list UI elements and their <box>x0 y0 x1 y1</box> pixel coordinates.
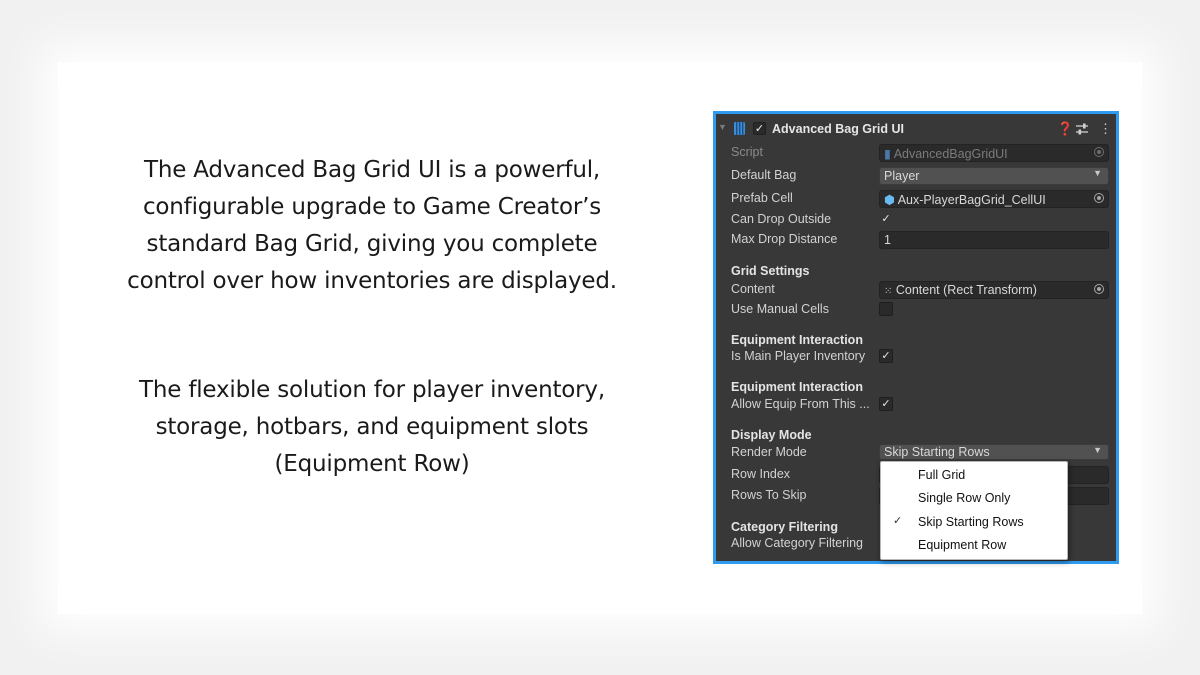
allow-equip-row: Allow Equip From This ... ✓ <box>716 396 1116 414</box>
allow-equip-checkbox[interactable]: ✓ <box>879 397 893 411</box>
can-drop-outside-row: Can Drop Outside ✓ <box>716 211 1116 229</box>
object-picker-icon[interactable] <box>1094 193 1104 203</box>
equipment-interaction-header-2: Equipment Interaction <box>731 380 863 394</box>
solution-line-1: The flexible solution for player invento… <box>139 377 605 403</box>
is-main-player-inventory-row: Is Main Player Inventory ✓ <box>716 348 1116 366</box>
component-enabled-checkbox[interactable]: ✓ <box>753 122 766 135</box>
content-label: Content <box>731 282 775 296</box>
object-picker-icon[interactable] <box>1094 284 1104 294</box>
prefab-cell-label: Prefab Cell <box>731 191 793 205</box>
default-bag-label: Default Bag <box>731 168 797 182</box>
component-title: Advanced Bag Grid UI <box>772 122 904 136</box>
chevron-down-icon: ▼ <box>1093 445 1102 455</box>
use-manual-cells-row: Use Manual Cells <box>716 301 1116 319</box>
solution-line-2: storage, hotbars, and equipment slots <box>155 414 589 440</box>
use-manual-cells-checkbox[interactable] <box>879 302 893 316</box>
foldout-arrow-icon[interactable]: ▼ <box>718 122 727 132</box>
default-bag-row: Default Bag Player ▼ <box>716 167 1116 185</box>
script-label: Script <box>731 145 763 159</box>
intro-paragraph: The Advanced Bag Grid UI is a powerful, … <box>112 152 632 300</box>
intro-line-1: The Advanced Bag Grid UI is a powerful, <box>143 157 601 183</box>
intro-line-3: standard Bag Grid, giving you complete <box>146 231 598 257</box>
popup-option-label: Equipment Row <box>918 538 1007 552</box>
render-mode-popup: Full Grid Single Row Only ✓ Skip Startin… <box>880 461 1068 560</box>
render-mode-row: Render Mode Skip Starting Rows ▼ <box>716 444 1116 462</box>
max-drop-distance-row: Max Drop Distance 1 <box>716 231 1116 249</box>
solution-line-3: (Equipment Row) <box>274 451 470 477</box>
row-index-label: Row Index <box>731 467 791 481</box>
popup-option-label: Full Grid <box>918 468 966 482</box>
can-drop-outside-checkbox[interactable]: ✓ <box>879 212 893 226</box>
intro-line-4: control over how inventories are display… <box>127 268 617 294</box>
display-mode-header: Display Mode <box>731 428 812 442</box>
script-icon <box>734 122 745 135</box>
script-field: ▮ AdvancedBagGridUI <box>879 144 1109 162</box>
render-mode-label: Render Mode <box>731 445 807 459</box>
render-mode-dropdown[interactable]: Skip Starting Rows ▼ <box>879 444 1109 460</box>
render-mode-value: Skip Starting Rows <box>884 445 990 459</box>
intro-line-2: configurable upgrade to Game Creator’s <box>142 194 602 220</box>
max-drop-distance-label: Max Drop Distance <box>731 232 838 246</box>
prefab-cell-row: Prefab Cell ⬢ Aux-PlayerBagGrid_CellUI <box>716 190 1116 208</box>
chevron-down-icon: ▼ <box>1093 168 1102 178</box>
popup-option-label: Single Row Only <box>918 491 1011 505</box>
content-row: Content ⁙ Content (Rect Transform) <box>716 281 1116 299</box>
popup-option-skip-starting-rows[interactable]: ✓ Skip Starting Rows <box>881 511 1067 533</box>
script-row: Script ▮ AdvancedBagGridUI <box>716 144 1116 162</box>
script-field-value: AdvancedBagGridUI <box>893 147 1008 161</box>
rect-transform-icon: ⁙ <box>884 286 893 297</box>
kebab-menu-icon[interactable]: ⋮ <box>1099 121 1112 137</box>
checkmark-icon: ✓ <box>893 515 903 527</box>
use-manual-cells-label: Use Manual Cells <box>731 302 829 316</box>
allow-equip-label: Allow Equip From This ... <box>731 397 870 411</box>
popup-option-full-grid[interactable]: Full Grid <box>881 464 1067 486</box>
object-picker-icon <box>1094 147 1104 157</box>
equipment-interaction-header-1: Equipment Interaction <box>731 333 863 347</box>
default-bag-dropdown[interactable]: Player ▼ <box>879 167 1109 185</box>
max-drop-distance-value: 1 <box>884 233 891 247</box>
content-value: Content (Rect Transform) <box>895 283 1037 297</box>
popup-option-equipment-row[interactable]: Equipment Row <box>881 534 1067 556</box>
allow-category-filtering-label: Allow Category Filtering <box>731 536 863 550</box>
grid-settings-header: Grid Settings <box>731 264 810 278</box>
content-field[interactable]: ⁙ Content (Rect Transform) <box>879 281 1109 299</box>
rows-to-skip-label: Rows To Skip <box>731 488 807 502</box>
inspector-panel: ▼ ✓ Advanced Bag Grid UI ❓ ⋮ Script ▮ Ad… <box>713 111 1119 564</box>
preset-icon[interactable] <box>1076 123 1088 135</box>
popup-option-label: Skip Starting Rows <box>918 515 1024 529</box>
script-field-icon: ▮ <box>884 147 891 161</box>
prefab-cell-value: Aux-PlayerBagGrid_CellUI <box>897 193 1046 207</box>
component-header[interactable]: ▼ ✓ Advanced Bag Grid UI ❓ ⋮ <box>716 119 1116 139</box>
prefab-icon: ⬢ <box>884 193 895 207</box>
max-drop-distance-input[interactable]: 1 <box>879 231 1109 249</box>
category-filtering-header: Category Filtering <box>731 520 838 534</box>
prefab-cell-field[interactable]: ⬢ Aux-PlayerBagGrid_CellUI <box>879 190 1109 208</box>
can-drop-outside-label: Can Drop Outside <box>731 212 832 226</box>
solution-paragraph: The flexible solution for player invento… <box>112 372 632 483</box>
popup-option-single-row-only[interactable]: Single Row Only <box>881 487 1067 509</box>
help-icon[interactable]: ❓ <box>1057 121 1073 137</box>
default-bag-value: Player <box>884 169 920 183</box>
is-main-player-inventory-label: Is Main Player Inventory <box>731 349 866 363</box>
is-main-player-inventory-checkbox[interactable]: ✓ <box>879 349 893 363</box>
